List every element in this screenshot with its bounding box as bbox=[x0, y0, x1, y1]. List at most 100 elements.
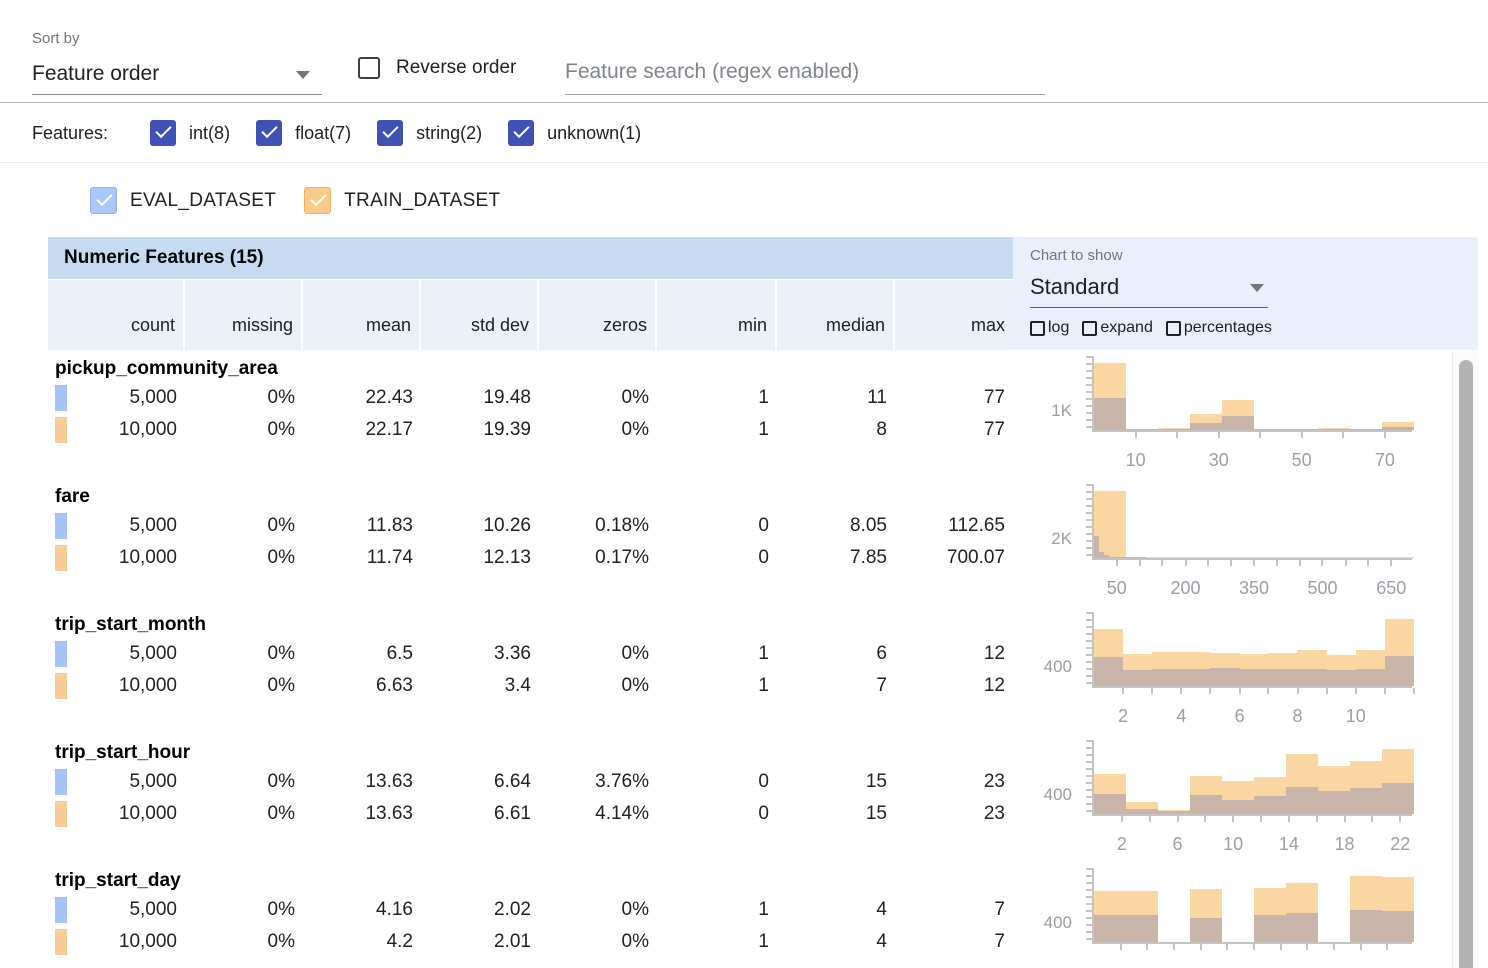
x-axis-tick bbox=[1267, 688, 1269, 694]
chart-to-show-dropdown[interactable]: Standard bbox=[1030, 270, 1268, 308]
eval-dataset-toggle[interactable]: EVAL_DATASET bbox=[90, 187, 276, 214]
x-axis-label: 10 bbox=[1126, 450, 1146, 471]
vertical-scrollbar-thumb[interactable] bbox=[1459, 360, 1473, 968]
train-swatch bbox=[55, 417, 67, 443]
y-axis-tick bbox=[1086, 491, 1092, 493]
stat-cell-median: 4 bbox=[777, 894, 895, 926]
y-axis-tick bbox=[1086, 903, 1092, 905]
chevron-down-icon bbox=[1250, 284, 1264, 292]
feature-search-input[interactable] bbox=[565, 50, 1045, 94]
stat-cell-zeros: 4.14% bbox=[539, 798, 657, 830]
x-axis-tick bbox=[1360, 944, 1362, 950]
stat-cell-zeros: 0% bbox=[539, 638, 657, 670]
train-swatch bbox=[55, 545, 67, 571]
log-toggle[interactable]: log bbox=[1030, 319, 1069, 337]
dataset-legend-bar: EVAL_DATASET TRAIN_DATASET bbox=[0, 164, 1488, 237]
eval-overlap-bar bbox=[1126, 915, 1158, 942]
y-axis-tick bbox=[1086, 675, 1092, 677]
eval-dataset-checkbox[interactable] bbox=[90, 187, 117, 214]
y-axis-tick bbox=[1086, 810, 1092, 812]
percentages-checkbox[interactable] bbox=[1166, 321, 1181, 336]
type-filter-int[interactable]: int(8) bbox=[150, 120, 230, 146]
stat-cell-median: 6 bbox=[777, 638, 895, 670]
numeric-features-header: Numeric Features (15) bbox=[48, 237, 1013, 280]
stat-cell-missing: 0% bbox=[185, 510, 303, 542]
eval-overlap-bar bbox=[1123, 670, 1152, 686]
stat-cell-max: 12 bbox=[895, 670, 1013, 702]
eval-overlap-bar bbox=[1240, 669, 1269, 686]
train-bar bbox=[1286, 557, 1318, 558]
log-checkbox[interactable] bbox=[1030, 321, 1045, 336]
y-axis-tick bbox=[1086, 519, 1092, 521]
stat-cell-stddev: 19.48 bbox=[421, 382, 539, 414]
histogram-plot: 2610141822 bbox=[1092, 740, 1412, 816]
feature-block: trip_start_hour5,0000%13.636.643.76%0152… bbox=[0, 736, 1452, 864]
stat-cell-zeros: 0% bbox=[539, 414, 657, 446]
eval-overlap-bar bbox=[1254, 429, 1286, 430]
x-axis-tick bbox=[1204, 816, 1206, 822]
float-checkbox[interactable] bbox=[256, 120, 282, 146]
train-dataset-checkbox[interactable] bbox=[304, 187, 331, 214]
percentages-toggle[interactable]: percentages bbox=[1166, 319, 1272, 337]
train-dataset-toggle[interactable]: TRAIN_DATASET bbox=[304, 187, 500, 214]
y-axis-tick bbox=[1086, 612, 1092, 614]
feature-block: pickup_community_area5,0000%22.4319.480%… bbox=[0, 352, 1452, 480]
eval-dataset-label: EVAL_DATASET bbox=[130, 190, 276, 212]
stat-cell-median: 8.05 bbox=[777, 510, 895, 542]
y-axis-tick bbox=[1086, 505, 1092, 507]
eval-overlap-bar bbox=[1210, 668, 1239, 686]
train-bar bbox=[1158, 557, 1190, 558]
chart-to-show-label: Chart to show bbox=[1030, 247, 1123, 264]
y-axis-tick bbox=[1086, 938, 1092, 940]
stat-cell-zeros: 0% bbox=[539, 894, 657, 926]
feature-histogram: 1K10305070 bbox=[1020, 352, 1440, 480]
eval-overlap-bar bbox=[1152, 669, 1181, 686]
stat-cell-min: 0 bbox=[657, 510, 777, 542]
eval-overlap-bar bbox=[1094, 794, 1126, 814]
stat-cell-count: 5,000 bbox=[48, 638, 185, 670]
eval-overlap-bar bbox=[1318, 791, 1350, 814]
reverse-order-checkbox[interactable] bbox=[358, 57, 380, 79]
y-axis-tick bbox=[1086, 363, 1092, 365]
sort-by-dropdown[interactable]: Feature order bbox=[32, 56, 322, 95]
x-axis-tick bbox=[1371, 816, 1373, 822]
y-axis-tick bbox=[1086, 803, 1092, 805]
vertical-scrollbar-track[interactable] bbox=[1452, 352, 1478, 968]
x-axis-label: 18 bbox=[1335, 834, 1355, 855]
type-filter-string[interactable]: string(2) bbox=[377, 120, 482, 146]
feature-block: trip_start_month5,0000%6.53.360%161210,0… bbox=[0, 608, 1452, 736]
y-axis-tick bbox=[1086, 419, 1092, 421]
x-axis-tick bbox=[1176, 432, 1178, 438]
int-checkbox[interactable] bbox=[150, 120, 176, 146]
y-axis-label: 1K bbox=[1020, 401, 1072, 421]
x-axis-tick bbox=[1390, 560, 1392, 566]
y-axis-tick bbox=[1086, 661, 1092, 663]
expand-checkbox[interactable] bbox=[1082, 321, 1097, 336]
y-axis-tick bbox=[1086, 526, 1092, 528]
stat-cell-mean: 4.2 bbox=[303, 926, 421, 958]
stat-cell-stddev: 19.39 bbox=[421, 414, 539, 446]
feature-block: trip_start_day5,0000%4.162.020%14710,000… bbox=[0, 864, 1452, 968]
chart-controls-panel: Chart to show Standard log expand percen… bbox=[1013, 237, 1478, 350]
type-filter-unknown[interactable]: unknown(1) bbox=[508, 120, 641, 146]
y-axis-tick bbox=[1086, 626, 1092, 628]
x-axis-tick bbox=[1399, 816, 1401, 822]
reverse-order-toggle[interactable]: Reverse order bbox=[358, 57, 516, 79]
toolbar: Sort by Feature order Reverse order bbox=[0, 0, 1488, 103]
x-axis-label: 2 bbox=[1118, 706, 1128, 727]
stat-cell-max: 7 bbox=[895, 894, 1013, 926]
column-header-missing: missing bbox=[185, 280, 303, 350]
column-header-stddev: std dev bbox=[421, 280, 539, 350]
x-axis-tick bbox=[1386, 944, 1388, 950]
type-filter-float[interactable]: float(7) bbox=[256, 120, 351, 146]
x-axis-tick bbox=[1280, 944, 1282, 950]
expand-toggle[interactable]: expand bbox=[1082, 319, 1153, 337]
unknown-checkbox[interactable] bbox=[508, 120, 534, 146]
stat-cell-mean: 22.43 bbox=[303, 382, 421, 414]
y-axis-tick bbox=[1086, 761, 1092, 763]
x-axis-tick bbox=[1232, 816, 1234, 822]
stat-cell-median: 15 bbox=[777, 766, 895, 798]
y-axis-tick bbox=[1086, 910, 1092, 912]
chart-option-row: log expand percentages bbox=[1030, 319, 1285, 337]
string-checkbox[interactable] bbox=[377, 120, 403, 146]
